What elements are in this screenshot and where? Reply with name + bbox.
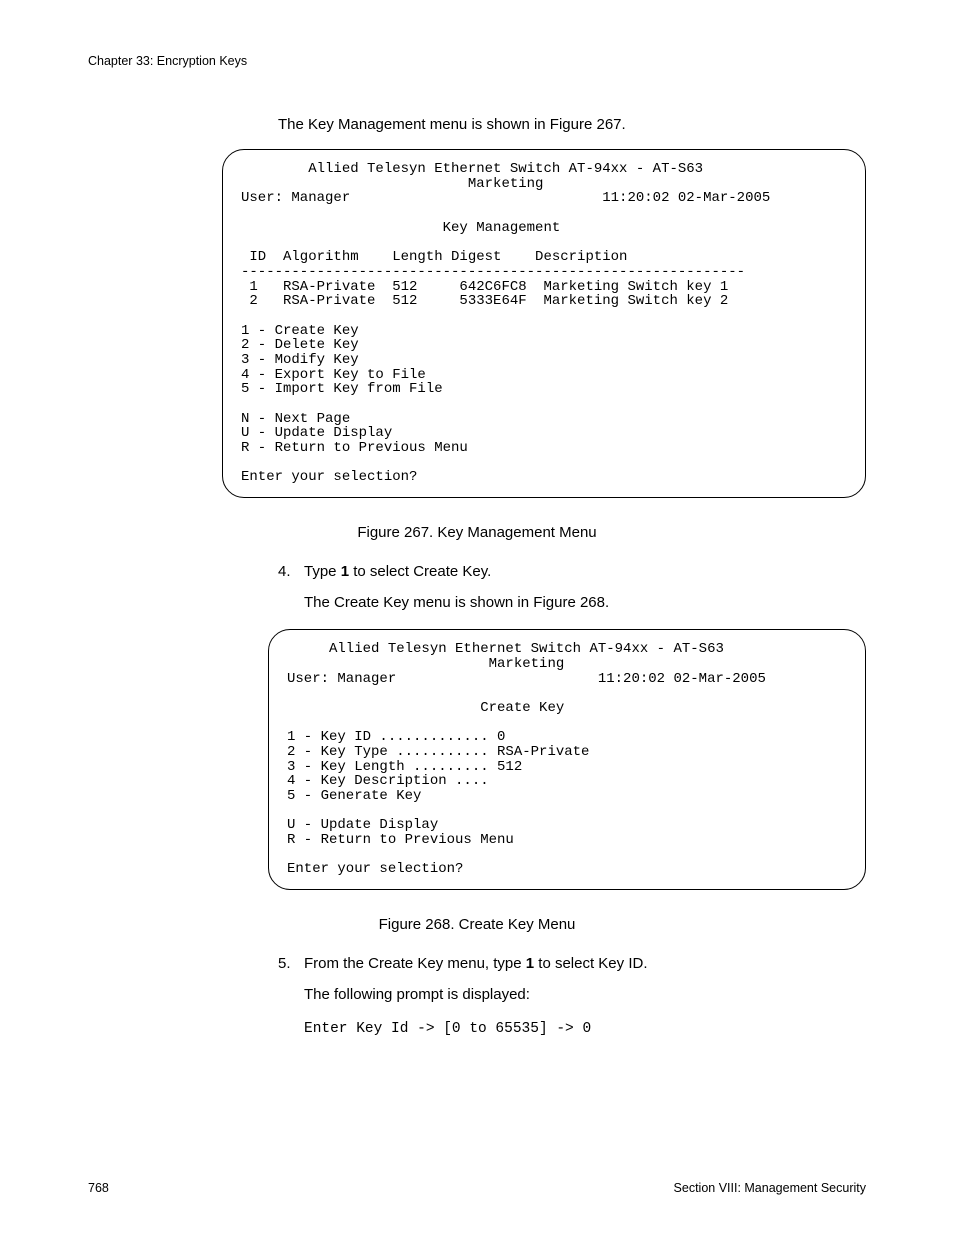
intro-text: The Key Management menu is shown in Figu… — [278, 116, 866, 133]
step-4: 4. Type 1 to select Create Key. The Crea… — [278, 563, 866, 611]
step-subtext: The Create Key menu is shown in Figure 2… — [304, 594, 866, 611]
text-part: to select Key ID. — [534, 955, 647, 972]
terminal-key-management: Allied Telesyn Ethernet Switch AT-94xx -… — [222, 149, 866, 498]
section-label: Section VIII: Management Security — [674, 1181, 866, 1195]
bold-key: 1 — [526, 955, 534, 972]
page: Chapter 33: Encryption Keys The Key Mana… — [0, 0, 954, 1235]
step-text: Type 1 to select Create Key. — [304, 563, 866, 580]
step-5: 5. From the Create Key menu, type 1 to s… — [278, 955, 866, 1003]
step-number: 4. — [278, 563, 304, 580]
step-number: 5. — [278, 955, 304, 972]
figure-caption-268: Figure 268. Create Key Menu — [88, 916, 866, 933]
page-number: 768 — [88, 1181, 109, 1195]
text-part: to select Create Key. — [349, 563, 491, 580]
bold-key: 1 — [341, 563, 349, 580]
step-text: From the Create Key menu, type 1 to sele… — [304, 955, 866, 972]
chapter-header: Chapter 33: Encryption Keys — [88, 54, 866, 68]
step-subtext: The following prompt is displayed: — [304, 986, 866, 1003]
terminal-create-key: Allied Telesyn Ethernet Switch AT-94xx -… — [268, 629, 866, 890]
text-part: Type — [304, 563, 341, 580]
figure-caption-267: Figure 267. Key Management Menu — [88, 524, 866, 541]
page-footer: 768 Section VIII: Management Security — [88, 1181, 866, 1195]
text-part: From the Create Key menu, type — [304, 955, 526, 972]
prompt-line: Enter Key Id -> [0 to 65535] -> 0 — [304, 1021, 866, 1037]
